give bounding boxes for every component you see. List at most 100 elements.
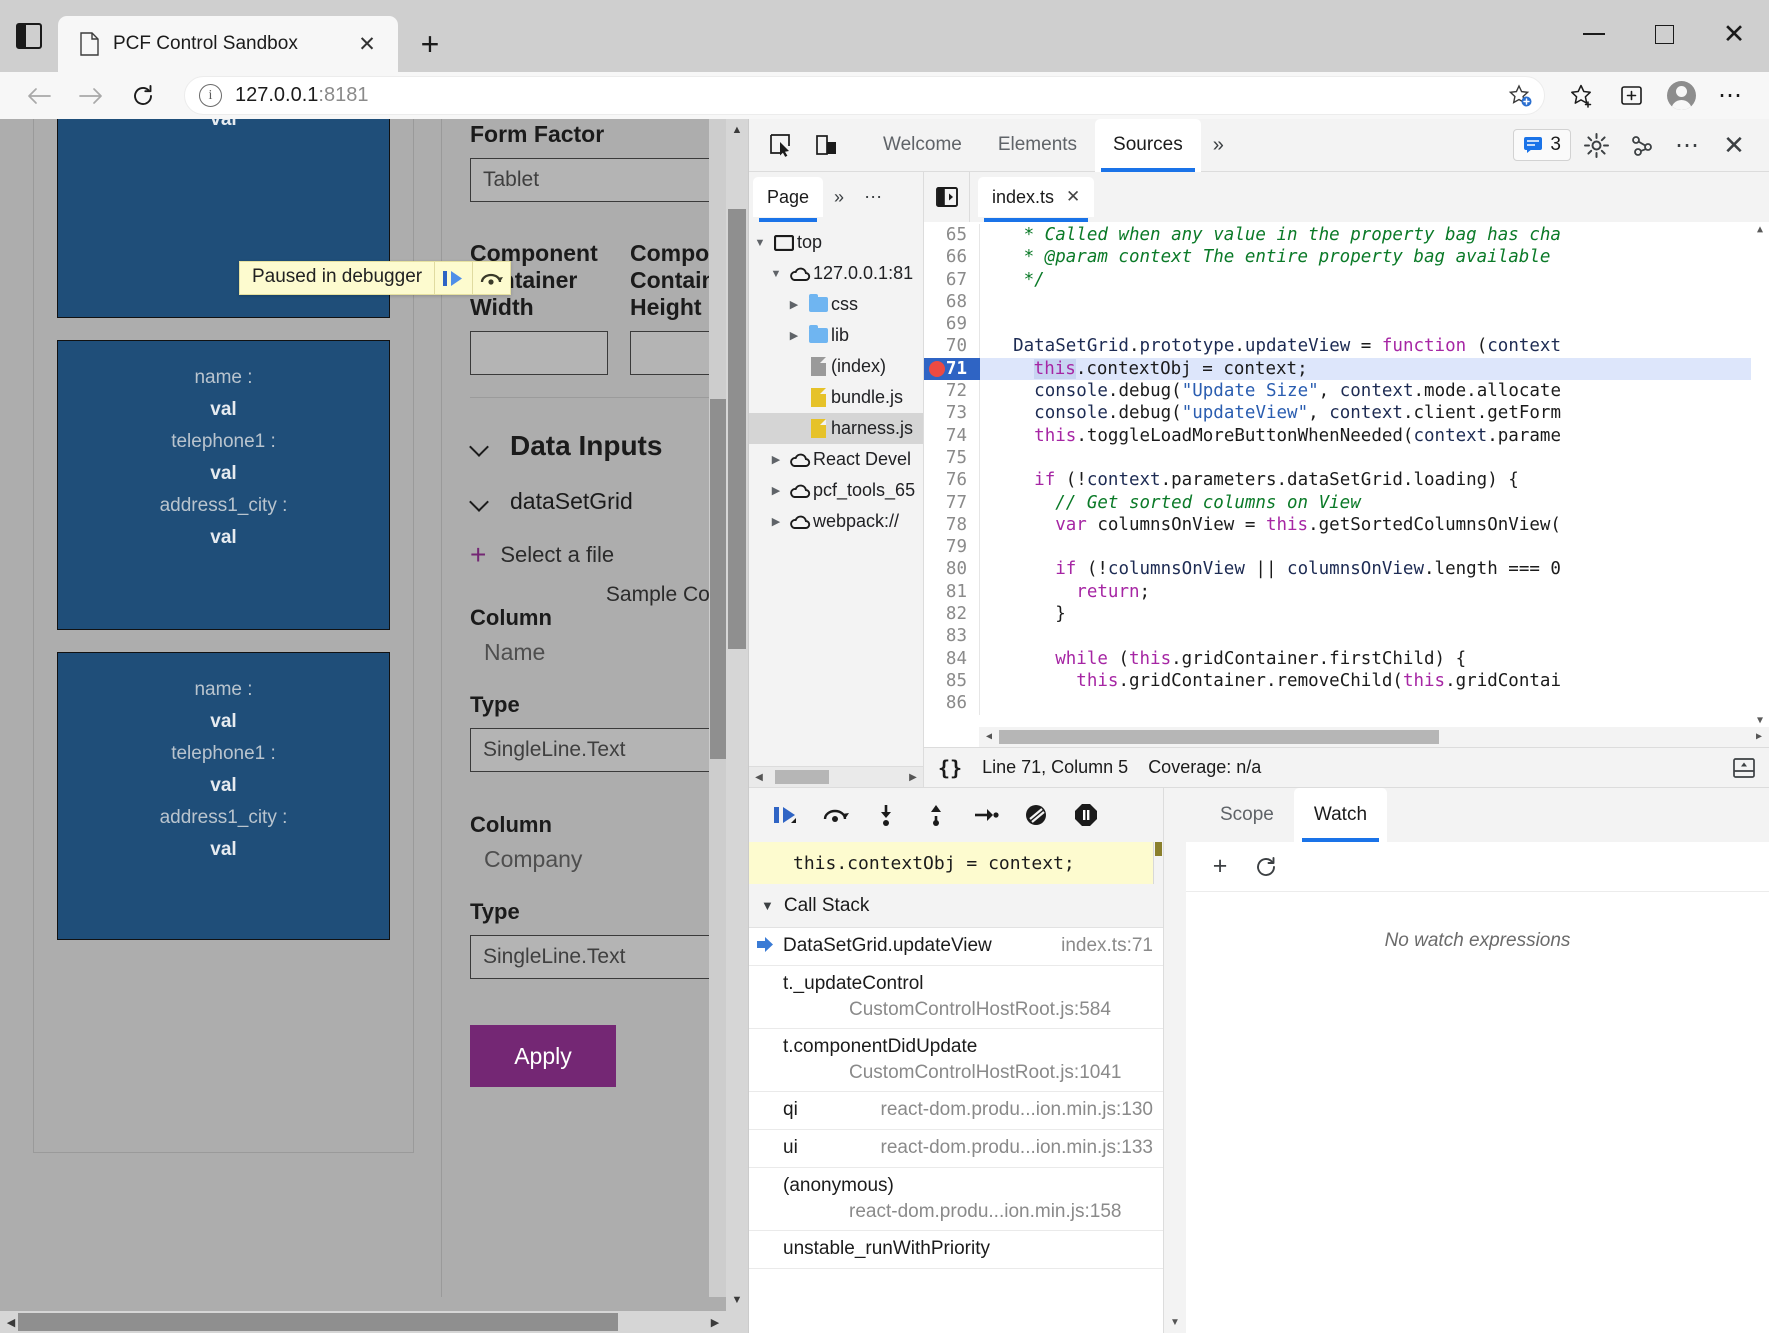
line-number[interactable]: 85 [924,670,979,692]
scroll-right-arrow[interactable]: ▶ [704,1311,726,1333]
code-line[interactable]: 66 * @param context The entire property … [924,246,1769,268]
code-line[interactable]: 79 [924,536,1769,558]
line-number[interactable]: 83 [924,625,979,647]
resume-button[interactable] [763,792,809,838]
tree-node-bundle-js[interactable]: bundle.js [749,382,923,413]
navigator-scroll-thumb[interactable] [775,770,829,784]
call-stack-row[interactable]: t._updateControl CustomControlHostRoot.j… [749,966,1163,1029]
code-line[interactable]: 68 [924,291,1769,313]
call-stack-row[interactable]: (anonymous) react-dom.produ...ion.min.js… [749,1168,1163,1231]
pretty-print-button[interactable]: {} [938,756,962,780]
code-line[interactable]: 85 this.gridContainer.removeChild(this.g… [924,670,1769,692]
line-number[interactable]: 68 [924,291,979,313]
page-vertical-scrollbar[interactable]: ▲ ▼ [726,119,748,1311]
page-horizontal-scroll-thumb[interactable] [18,1313,618,1331]
devtools-settings-button[interactable] [1575,124,1617,166]
line-number[interactable]: 76 [924,469,979,491]
code-line[interactable]: 77 // Get sorted columns on View [924,492,1769,514]
deactivate-breakpoints-button[interactable] [1013,792,1059,838]
close-tab-button[interactable]: ✕ [350,27,384,61]
twisty-icon[interactable]: ▶ [765,484,787,497]
line-number[interactable]: 72 [924,380,979,402]
minimize-button[interactable] [1559,0,1629,68]
navigator-options-button[interactable]: ⋯ [855,187,891,208]
close-editor-tab-button[interactable]: ✕ [1066,187,1080,207]
navigator-more-tabs-button[interactable]: » [825,187,853,208]
devtools-more-button[interactable]: ⋯ [1667,124,1709,166]
twisty-icon[interactable]: ▶ [765,453,787,466]
code-line[interactable]: 83 [924,625,1769,647]
scroll-down-arrow[interactable]: ▼ [1170,1311,1180,1333]
line-number[interactable]: 81 [924,581,979,603]
code-viewer[interactable]: 65 * Called when any value in the proper… [924,222,1769,747]
browser-tab[interactable]: PCF Control Sandbox ✕ [58,16,398,72]
container-width-input[interactable] [470,331,608,375]
line-number[interactable]: 79 [924,536,979,558]
banner-step-over-button[interactable] [472,262,510,294]
data-inputs-section-header[interactable]: Data Inputs [470,430,729,462]
back-button[interactable] [16,76,62,116]
tab-scope[interactable]: Scope [1200,788,1294,842]
inspect-element-button[interactable] [759,123,803,167]
type-select[interactable]: SingleLine.Text [470,728,720,772]
call-stack-scrollbar[interactable]: ▼ [1164,788,1186,1333]
tree-node-origin[interactable]: ▼ 127.0.0.1:81 [749,258,923,289]
close-window-button[interactable]: ✕ [1699,0,1769,68]
select-file-button[interactable]: + Select a file [470,541,729,569]
code-line[interactable]: 82 } [924,603,1769,625]
code-vertical-scrollbar[interactable]: ▲ ▼ [1751,222,1769,729]
code-horizontal-scrollbar[interactable]: ◀ ▶ [979,727,1769,747]
step-over-button[interactable] [813,792,859,838]
add-favorite-icon[interactable] [1502,79,1536,113]
device-toolbar-button[interactable] [805,123,849,167]
line-number[interactable]: 71 [924,358,979,380]
customize-devtools-button[interactable] [1621,124,1663,166]
line-number[interactable]: 66 [924,246,979,268]
tab-watch[interactable]: Watch [1294,788,1387,842]
editor-tab-index-ts[interactable]: index.ts ✕ [978,177,1094,217]
toggle-navigator-button[interactable] [924,172,970,222]
twisty-icon[interactable]: ▶ [783,298,805,311]
code-line[interactable]: 70 DataSetGrid.prototype.updateView = fu… [924,335,1769,357]
code-line[interactable]: 81 return; [924,581,1769,603]
code-line[interactable]: 74 this.toggleLoadMoreButtonWhenNeeded(c… [924,425,1769,447]
tab-actions-button[interactable] [0,0,58,72]
code-line[interactable]: 71 this.contextObj = context; [924,358,1769,380]
code-line[interactable]: 84 while (this.gridContainer.firstChild)… [924,648,1769,670]
record-card[interactable]: name : val telephone1 : val address1_cit… [57,340,390,630]
add-watch-expression-button[interactable]: + [1200,847,1240,887]
scroll-left-arrow[interactable]: ◀ [749,767,769,787]
line-number[interactable]: 84 [924,648,979,670]
page-horizontal-scrollbar[interactable]: ◀ ▶ [0,1311,748,1333]
tree-node-webpack[interactable]: ▶ webpack:// [749,506,923,537]
tab-sources[interactable]: Sources [1095,119,1201,172]
navigator-tab-page[interactable]: Page [753,177,823,217]
code-line[interactable]: 78 var columnsOnView = this.getSortedCol… [924,514,1769,536]
scroll-right-arrow[interactable]: ▶ [1749,727,1769,747]
favorites-button[interactable] [1559,76,1603,116]
call-stack-row[interactable]: unstable_runWithPriority [749,1231,1163,1269]
scroll-right-arrow[interactable]: ▶ [903,767,923,787]
line-number[interactable]: 77 [924,492,979,514]
site-info-icon[interactable]: i [199,84,222,107]
paused-line-scrollbar[interactable] [1153,842,1163,884]
code-line[interactable]: 75 [924,447,1769,469]
more-tabs-button[interactable]: » [1201,119,1236,172]
dataset-grid-header[interactable]: dataSetGrid [470,488,729,515]
call-stack-header[interactable]: ▼ Call Stack [749,884,1163,928]
step-out-button[interactable] [913,792,959,838]
refresh-watch-button[interactable] [1246,847,1286,887]
line-number[interactable]: 75 [924,447,979,469]
twisty-icon[interactable]: ▶ [783,329,805,342]
line-number[interactable]: 80 [924,558,979,580]
call-stack-row[interactable]: t.componentDidUpdate CustomControlHostRo… [749,1029,1163,1092]
close-devtools-button[interactable]: ✕ [1713,124,1755,166]
line-number[interactable]: 86 [924,692,979,714]
tree-node-react-devtools[interactable]: ▶ React Devel [749,444,923,475]
line-number[interactable]: 78 [924,514,979,536]
call-stack-row[interactable]: ui react-dom.produ...ion.min.js:133 [749,1130,1163,1168]
messages-badge[interactable]: 3 [1513,129,1571,161]
twisty-icon[interactable]: ▶ [765,515,787,528]
tree-node-index[interactable]: (index) [749,351,923,382]
code-line[interactable]: 80 if (!columnsOnView || columnsOnView.l… [924,558,1769,580]
